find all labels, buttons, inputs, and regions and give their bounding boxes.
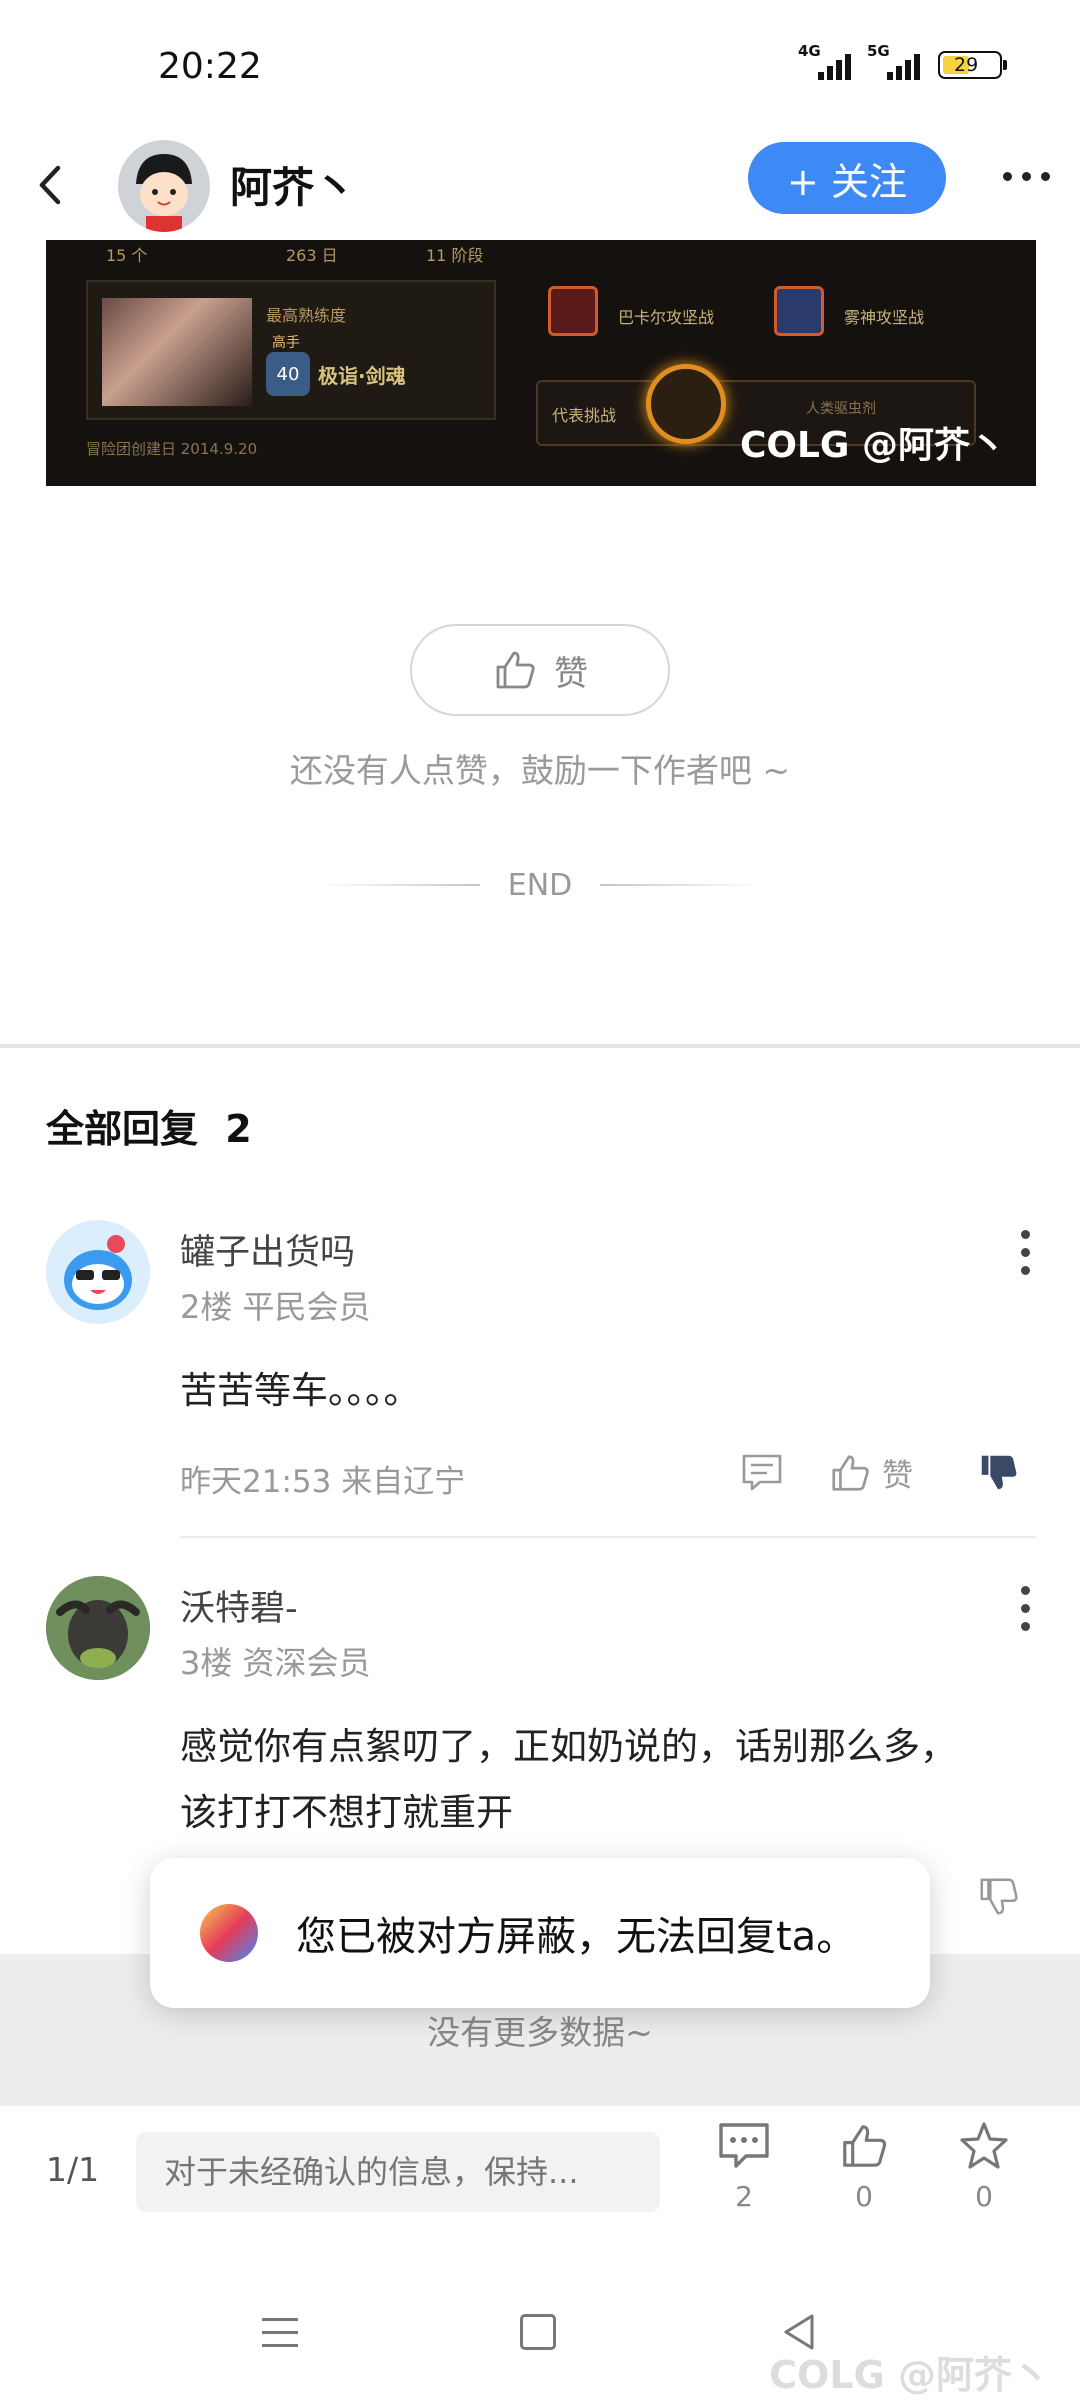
rank-label: 高手 [272,335,300,351]
cartoon-avatar-icon [118,140,210,232]
comment-icon [742,1454,782,1491]
like-hint: 还没有人点赞，鼓励一下作者吧 ~ [289,751,791,790]
challenge-gear-icon [646,364,726,444]
reply-2-text: 感觉你有点絮叨了，正如奶说的，话别那么多， 该打打不想打就重开 [180,1714,957,1846]
star-icon [960,2122,1008,2169]
reply-1-comment-button[interactable] [740,1450,784,1494]
battery-icon: 29 [938,51,1007,79]
reply-1-username[interactable]: 罐子出货吗 [180,1224,355,1275]
like-button[interactable]: 0 [824,2120,904,2213]
battery-level: 29 [954,54,979,76]
reply-1-text: 苦苦等车。。。。 [180,1369,421,1412]
thumbs-up-icon [843,2125,887,2167]
stat-2: 263 日 [286,246,338,265]
cartoon-sunglasses-avatar-icon [46,1220,150,1324]
like-count: 0 [855,2180,873,2213]
follow-button[interactable]: + 关注 [748,142,946,214]
buffalo-photo-icon [46,1576,150,1680]
reply-1-time: 昨天21:53 来自辽宁 [180,1464,466,1500]
section-divider [0,1044,1080,1048]
thumbs-up-icon [496,651,535,689]
signal-5g-icon: 5G [867,42,920,80]
post-image[interactable]: 15 个 263 日 11 阶段 最高熟练度 高手 40 极诣·剑魂 冒险团创建… [46,240,1036,486]
reply-2-avatar[interactable] [46,1576,150,1680]
reply-1-like-label: 赞 [882,1458,913,1494]
reply-1-more-icon[interactable] [1021,1230,1030,1275]
signal-4g-icon: 4G [798,42,851,80]
reply-2-dislike-button[interactable] [976,1874,1020,1918]
author-name[interactable]: 阿芥丶 [230,154,356,215]
boss-2-label: 雾神攻坚战 [844,308,925,327]
status-icons: 4G 5G 29 [798,42,1007,80]
favorite-count: 0 [975,2180,993,2213]
author-avatar[interactable] [118,140,210,232]
challenge-sub: 人类驱虫剂 [806,401,876,417]
comment-input[interactable] [136,2132,660,2212]
mastery-label: 最高熟练度 [266,306,347,325]
end-label: END [507,867,573,903]
reply-2-text-line-2: 该打打不想打就重开 [180,1791,513,1834]
reply-separator [180,1536,1036,1538]
character-portrait [102,298,252,406]
boss-bakal-icon [548,286,598,336]
bottom-action-bar: 1/1 2 0 0 [0,2104,1080,2234]
more-options-icon[interactable] [1003,172,1050,181]
thumbs-down-icon [980,1878,1018,1915]
comment-bubble-icon [719,2123,769,2168]
recent-apps-icon[interactable] [262,2318,298,2347]
nav-watermark: COLG @阿芥丶 [769,2353,1050,2397]
replies-count: 2 [225,1107,252,1151]
stat-1: 15 个 [106,246,148,265]
stat-3: 11 阶段 [426,246,484,265]
home-icon[interactable] [520,2314,556,2350]
no-more-data-label: 没有更多数据~ [427,2013,653,2052]
created-date: 冒险团创建日 2014.9.20 [86,440,258,458]
end-marker: END [310,867,770,903]
system-nav-bar: COLG @阿芥丶 [0,2234,1080,2400]
comment-count: 2 [735,2180,753,2213]
image-watermark: COLG @阿芥丶 [739,425,1006,466]
boss-1-label: 巴卡尔攻坚战 [618,308,715,327]
challenge-label: 代表挑战 [552,406,617,425]
level-badge: 40 [266,352,310,396]
reply-2-text-line-1: 感觉你有点絮叨了，正如奶说的，话别那么多， [180,1725,957,1768]
page-indicator[interactable]: 1/1 [46,2150,99,2189]
thumbs-down-filled-icon [981,1455,1017,1490]
like-post-button[interactable]: 赞 [410,624,670,716]
toast-message: 您已被对方屏蔽，无法回复ta。 [296,1914,857,1960]
reply-1-dislike-button[interactable] [976,1450,1020,1494]
reply-2-username[interactable]: 沃特碧- [180,1580,298,1631]
comments-button[interactable]: 2 [704,2120,784,2213]
post-header: 阿芥丶 + 关注 [0,130,1080,240]
status-time: 20:22 [158,46,262,87]
reply-1-meta: 2楼 平民会员 [180,1288,371,1326]
blocked-toast: 您已被对方屏蔽，无法回复ta。 [150,1858,930,2008]
thumbs-up-icon [832,1454,869,1491]
status-bar: 20:22 4G 5G 29 [0,0,1080,130]
reply-2-more-icon[interactable] [1021,1586,1030,1631]
reply-1-avatar[interactable] [46,1220,150,1324]
like-label: 赞 [554,653,588,694]
favorite-button[interactable]: 0 [944,2120,1024,2213]
colg-app-logo [200,1904,258,1962]
replies-title: 全部回复 2 [46,1107,252,1151]
back-arrow-icon[interactable] [32,160,72,210]
reply-2-meta: 3楼 资深会员 [180,1644,371,1682]
boss-mist-icon [774,286,824,336]
skill-title: 极诣·剑魂 [318,364,406,388]
reply-1-like-button[interactable]: 赞 [828,1450,913,1495]
